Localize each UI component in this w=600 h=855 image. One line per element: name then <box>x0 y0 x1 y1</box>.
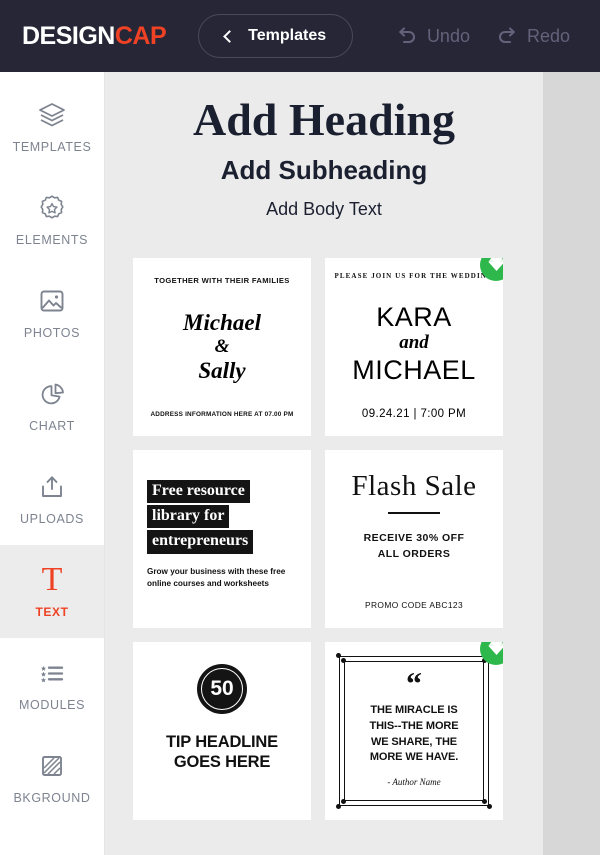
template-preview-flash-sale: Flash Sale RECEIVE 30% OFF ALL ORDERS PR… <box>325 450 503 628</box>
quote-text: THE MIRACLE IS THIS--THE MORE WE SHARE, … <box>369 703 458 765</box>
add-subheading-preset[interactable]: Add Subheading <box>105 155 543 186</box>
sidebar-label-chart: CHART <box>29 419 75 433</box>
app-header: DESIGN CAP Templates Undo Redo <box>0 0 600 72</box>
highlighted-headline: Free resource library for entrepreneurs <box>147 479 297 554</box>
template-preview-free-resource: Free resource library for entrepreneurs … <box>133 450 311 628</box>
logo-text-cap: CAP <box>114 21 167 50</box>
headline-line-3: entrepreneurs <box>147 530 254 554</box>
template-top-line: TOGETHER WITH THEIR FAMILIES <box>154 275 290 285</box>
tip-headline-line-2: GOES HERE <box>173 752 271 771</box>
templates-button-label: Templates <box>248 27 327 44</box>
sidebar-label-photos: PHOTOS <box>23 326 81 340</box>
header-actions: Undo Redo <box>396 26 578 47</box>
badge-star-icon <box>37 192 67 224</box>
template-date-line: 09.24.21 | 7:00 PM <box>361 407 467 420</box>
template-top-line: PLEASE JOIN US FOR THE WEDDING <box>334 271 494 280</box>
sidebar-label-templates: TEMPLATES <box>12 140 92 154</box>
diamond-icon <box>488 642 503 657</box>
offer-text: RECEIVE 30% OFF ALL ORDERS <box>337 530 491 563</box>
sidebar-item-text[interactable]: T TEXT <box>0 545 104 638</box>
quote-line-3: WE SHARE, THE <box>370 735 458 748</box>
sidebar-item-chart[interactable]: CHART <box>0 359 104 452</box>
panel-scrollbar[interactable] <box>543 72 600 855</box>
template-ampersand: & <box>214 336 230 358</box>
sidebar-item-modules[interactable]: MODULES <box>0 638 104 731</box>
undo-label: Undo <box>426 25 470 46</box>
redo-button[interactable]: Redo <box>496 26 570 47</box>
add-heading-preset[interactable]: Add Heading <box>105 94 543 146</box>
template-preview-miracle-quote: “ THE MIRACLE IS THIS--THE MORE WE SHARE… <box>325 642 503 820</box>
sidebar-item-templates[interactable]: TEMPLATES <box>0 80 104 173</box>
quote-line-2: THIS--THE MORE <box>369 720 459 733</box>
text-presets: Add Heading Add Subheading Add Body Text <box>105 72 543 236</box>
quote-content: “ THE MIRACLE IS THIS--THE MORE WE SHARE… <box>339 656 489 806</box>
pie-chart-icon <box>37 378 67 410</box>
template-name-1: Michael <box>183 310 261 336</box>
headline-line-2: library for <box>147 504 230 529</box>
sidebar-label-text: TEXT <box>35 605 69 619</box>
redo-label: Redo <box>526 25 570 46</box>
undo-button[interactable]: Undo <box>396 26 470 47</box>
sidebar-label-uploads: UPLOADS <box>20 512 84 526</box>
quote-line-1: THE MIRACLE IS <box>370 704 458 717</box>
editor-body: TEMPLATES ELEMENTS PHOTOS CHART UPLOADS … <box>0 72 600 855</box>
offer-line-1: RECEIVE 30% OFF <box>363 531 465 544</box>
templates-back-button[interactable]: Templates <box>198 14 354 58</box>
sidebar-label-modules: MODULES <box>18 698 86 712</box>
template-card[interactable]: TOGETHER WITH THEIR FAMILIES Michael & S… <box>133 257 311 436</box>
divider-rule <box>388 511 440 514</box>
template-card[interactable]: 50 TIP HEADLINE GOES HERE <box>133 641 311 820</box>
sidebar-item-uploads[interactable]: UPLOADS <box>0 452 104 545</box>
sidebar-label-bkground: BKGROUND <box>13 791 91 805</box>
sidebar-label-elements: ELEMENTS <box>15 233 89 247</box>
chevron-left-icon <box>223 29 237 43</box>
redo-icon <box>496 26 518 46</box>
sidebar-item-bkground[interactable]: BKGROUND <box>0 731 104 824</box>
offer-line-2: ALL ORDERS <box>377 548 451 561</box>
layers-icon <box>37 99 67 131</box>
logo-text-design: DESIGN <box>22 21 115 50</box>
template-card[interactable]: Free resource library for entrepreneurs … <box>133 449 311 628</box>
number-badge: 50 <box>197 663 247 714</box>
sidebar-item-elements[interactable]: ELEMENTS <box>0 173 104 266</box>
template-address-line: ADDRESS INFORMATION HERE AT 07.00 PM <box>150 410 294 418</box>
template-name-1: KARA <box>376 301 452 332</box>
text-panel: Add Heading Add Subheading Add Body Text… <box>105 72 600 855</box>
template-names: KARA and MICHAEL <box>333 280 495 408</box>
tip-headline: TIP HEADLINE GOES HERE <box>166 732 278 772</box>
text-panel-content: Add Heading Add Subheading Add Body Text… <box>105 72 543 820</box>
sidebar-item-photos[interactable]: PHOTOS <box>0 266 104 359</box>
template-grid: TOGETHER WITH THEIR FAMILIES Michael & S… <box>105 236 543 820</box>
undo-icon <box>396 26 418 46</box>
template-preview-tip-headline: 50 TIP HEADLINE GOES HERE <box>133 642 311 820</box>
template-card[interactable]: PLEASE JOIN US FOR THE WEDDING KARA and … <box>325 257 503 436</box>
quote-author: - Author Name <box>387 776 441 787</box>
template-and-word: and <box>399 332 429 354</box>
badge-number: 50 <box>210 677 234 701</box>
designcap-logo[interactable]: DESIGN CAP <box>22 21 167 51</box>
flash-sale-title: Flash Sale <box>351 469 477 502</box>
quote-line-4: MORE WE HAVE. <box>369 751 459 764</box>
template-name-2: MICHAEL <box>352 354 476 385</box>
template-name-2: Sally <box>198 357 246 383</box>
template-preview-michael-sally: TOGETHER WITH THEIR FAMILIES Michael & S… <box>133 258 311 436</box>
upload-icon <box>37 471 67 503</box>
star-list-icon <box>37 657 67 689</box>
template-names: Michael & Sally <box>145 285 299 411</box>
headline-line-1: Free resource <box>147 479 250 503</box>
template-preview-kara-michael: PLEASE JOIN US FOR THE WEDDING KARA and … <box>325 258 503 436</box>
designcap-editor: DESIGN CAP Templates Undo Redo TEMPLATES… <box>0 0 600 855</box>
image-icon <box>37 285 67 317</box>
add-body-text-preset[interactable]: Add Body Text <box>105 199 543 220</box>
background-icon <box>37 750 67 782</box>
headline-subtext: Grow your business with these free onlin… <box>147 566 286 589</box>
tip-headline-line-1: TIP HEADLINE <box>166 732 278 751</box>
template-card[interactable]: “ THE MIRACLE IS THIS--THE MORE WE SHARE… <box>325 641 503 820</box>
quote-mark-icon: “ <box>406 665 422 702</box>
text-t-icon: T <box>41 560 63 598</box>
left-sidebar: TEMPLATES ELEMENTS PHOTOS CHART UPLOADS … <box>0 72 105 855</box>
diamond-icon <box>488 258 503 273</box>
promo-code: PROMO CODE ABC123 <box>364 599 464 610</box>
template-card[interactable]: Flash Sale RECEIVE 30% OFF ALL ORDERS PR… <box>325 449 503 628</box>
